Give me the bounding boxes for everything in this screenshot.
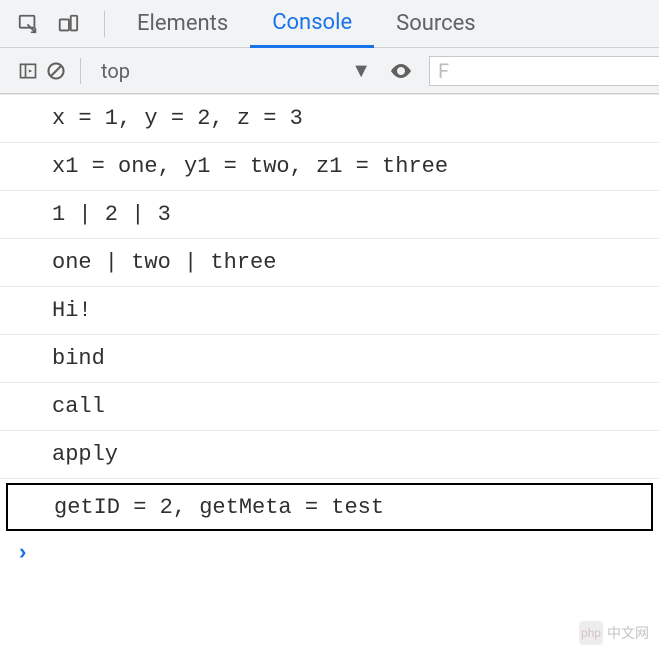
devtools-tabs-bar: Elements Console Sources <box>0 0 659 48</box>
log-row[interactable]: one | two | three <box>0 239 659 287</box>
log-row[interactable]: call <box>0 383 659 431</box>
inspect-element-icon[interactable] <box>14 10 42 38</box>
live-expression-icon[interactable] <box>387 57 415 85</box>
dropdown-icon: ▼ <box>351 58 371 83</box>
log-row[interactable]: x1 = one, y1 = two, z1 = three <box>0 143 659 191</box>
console-output: x = 1, y = 2, z = 3 x1 = one, y1 = two, … <box>0 94 659 572</box>
watermark-text: 中文网 <box>607 623 649 643</box>
clear-console-icon[interactable] <box>42 57 70 85</box>
chevron-right-icon: › <box>16 541 29 566</box>
log-row[interactable]: apply <box>0 431 659 479</box>
sidebar-toggle-icon[interactable] <box>14 57 42 85</box>
tab-console[interactable]: Console <box>250 0 374 48</box>
watermark: php 中文网 <box>579 621 649 645</box>
context-label: top <box>101 59 130 83</box>
log-row-highlighted[interactable]: getID = 2, getMeta = test <box>6 483 653 531</box>
tab-sources[interactable]: Sources <box>374 0 498 48</box>
filter-placeholder: F <box>438 59 449 83</box>
filter-input[interactable]: F <box>429 56 659 86</box>
log-row[interactable]: Hi! <box>0 287 659 335</box>
divider <box>104 11 105 37</box>
watermark-logo: php <box>579 621 603 645</box>
log-row[interactable]: bind <box>0 335 659 383</box>
divider <box>80 58 81 84</box>
console-toolbar: top ▼ F <box>0 48 659 94</box>
tab-elements[interactable]: Elements <box>115 0 250 48</box>
log-row[interactable]: 1 | 2 | 3 <box>0 191 659 239</box>
device-toggle-icon[interactable] <box>54 10 82 38</box>
context-selector[interactable]: top ▼ <box>91 54 381 87</box>
console-prompt[interactable]: › <box>0 535 659 572</box>
log-row[interactable]: x = 1, y = 2, z = 3 <box>0 95 659 143</box>
